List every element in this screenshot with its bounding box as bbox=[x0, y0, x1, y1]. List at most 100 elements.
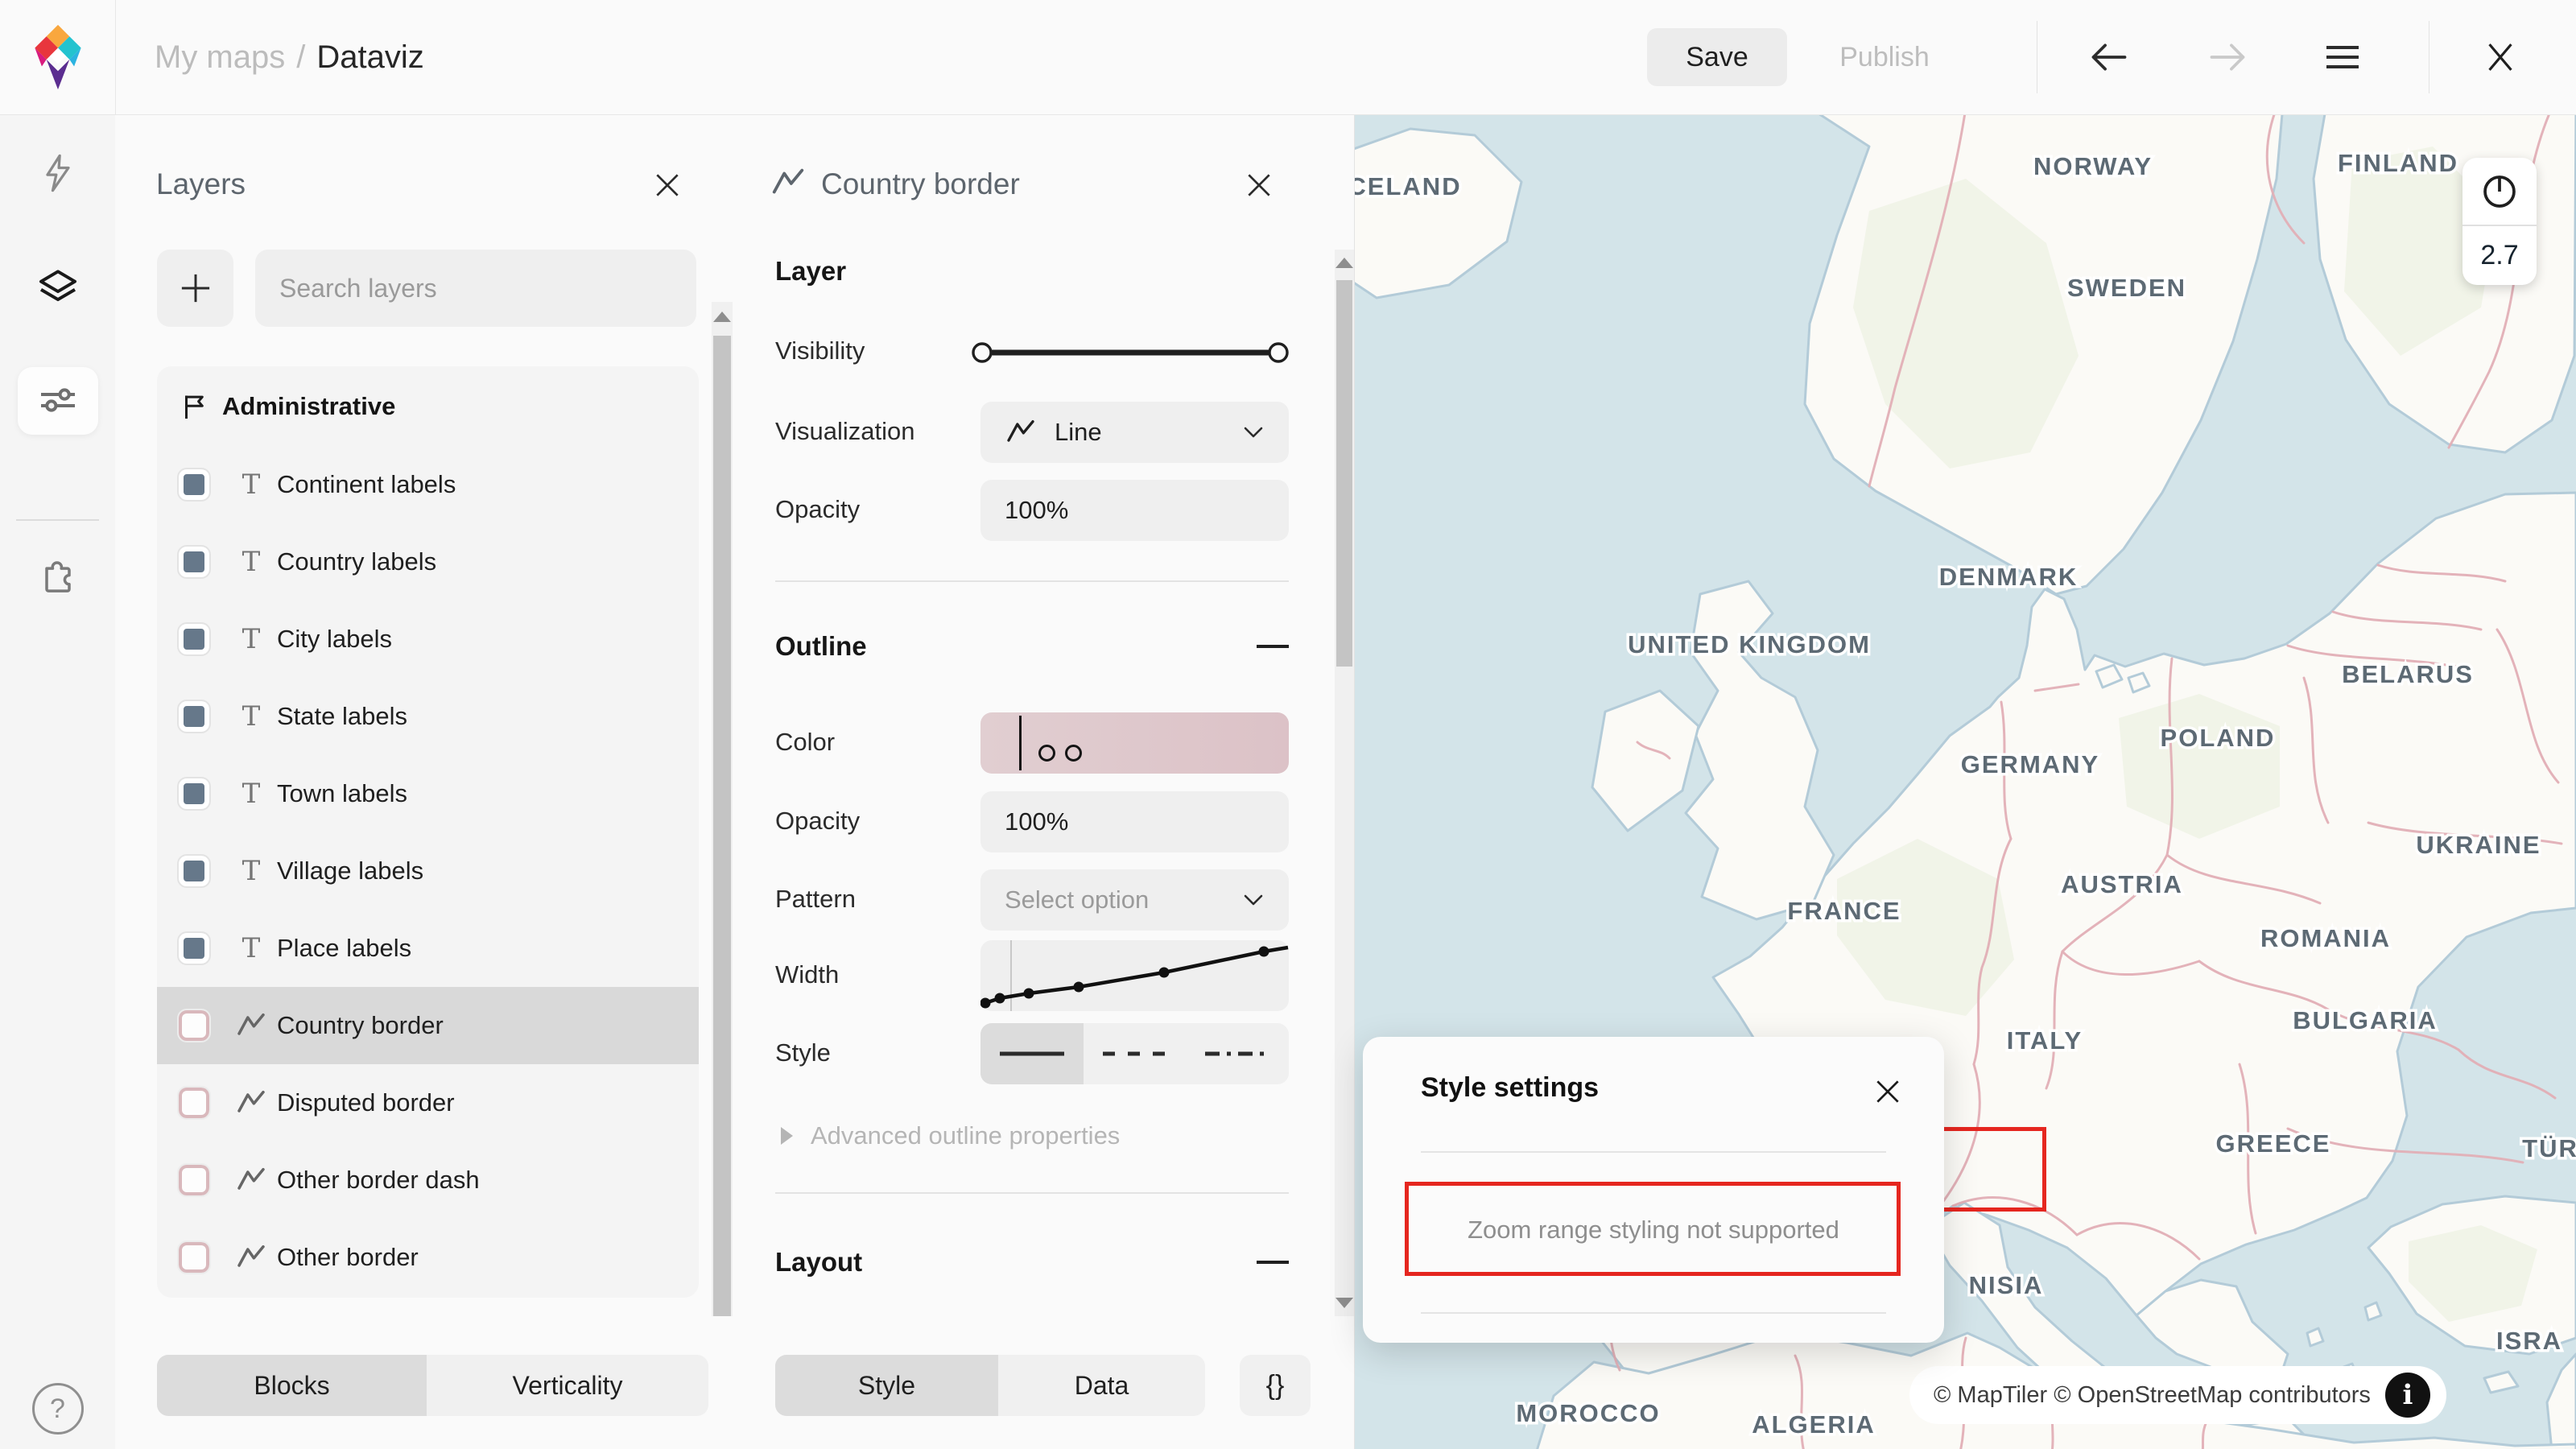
map-label-italy: ITALY bbox=[2007, 1026, 2083, 1055]
layer-label: Other border dash bbox=[277, 1166, 480, 1194]
color-stop-1[interactable] bbox=[1038, 745, 1055, 762]
pattern-dropdown[interactable]: Select option bbox=[980, 869, 1289, 931]
layer-visibility-checkbox[interactable] bbox=[177, 1241, 211, 1274]
undo-button[interactable] bbox=[2083, 31, 2135, 83]
color-stop-2[interactable] bbox=[1065, 745, 1082, 762]
map-label-bulgaria: BULGARIA bbox=[2293, 1006, 2438, 1034]
zoom-history-icon[interactable] bbox=[2462, 158, 2537, 225]
plus-icon bbox=[181, 274, 209, 303]
layer-label: Place labels bbox=[277, 934, 412, 962]
scrollbar-up-arrow[interactable] bbox=[1335, 258, 1353, 268]
layer-row-place-labels[interactable]: T Place labels bbox=[157, 910, 699, 987]
layer-row-country-labels[interactable]: T Country labels bbox=[157, 523, 699, 601]
save-button[interactable]: Save bbox=[1647, 28, 1787, 86]
publish-button[interactable]: Publish bbox=[1808, 28, 1961, 86]
style-scrollbar-thumb[interactable] bbox=[1336, 280, 1352, 667]
layer-visibility-checkbox[interactable] bbox=[177, 700, 211, 733]
tab-blocks[interactable]: Blocks bbox=[157, 1355, 427, 1416]
slider-handle-max[interactable] bbox=[1268, 342, 1289, 363]
layer-group-header[interactable]: Administrative bbox=[157, 366, 699, 446]
redo-button[interactable] bbox=[2202, 31, 2253, 83]
breadcrumb-separator: / bbox=[296, 39, 306, 75]
width-label: Width bbox=[775, 960, 840, 989]
menu-button[interactable] bbox=[2317, 31, 2368, 83]
map-label-celand: CELAND bbox=[1354, 172, 1462, 200]
text-layer-icon: T bbox=[242, 778, 261, 810]
outline-color-ramp[interactable] bbox=[980, 712, 1289, 774]
scrollbar-down-arrow[interactable] bbox=[1335, 1298, 1353, 1308]
text-layer-icon: T bbox=[242, 469, 261, 501]
layer-visibility-checkbox[interactable] bbox=[177, 1009, 211, 1042]
tool-plugins[interactable] bbox=[0, 533, 115, 613]
slider-handle-min[interactable] bbox=[972, 342, 993, 363]
outline-collapse-button[interactable] bbox=[1257, 645, 1289, 648]
tab-data[interactable]: Data bbox=[998, 1355, 1205, 1416]
popup-close-button[interactable] bbox=[1868, 1072, 1907, 1111]
layer-visibility-checkbox[interactable] bbox=[177, 931, 211, 965]
visualization-value: Line bbox=[1055, 418, 1102, 446]
outline-opacity-value: 100% bbox=[1005, 807, 1069, 836]
map-label-belarus: BELARUS bbox=[2342, 660, 2474, 688]
help-button[interactable]: ? bbox=[0, 1368, 115, 1449]
visibility-label: Visibility bbox=[775, 336, 865, 365]
layer-row-state-labels[interactable]: T State labels bbox=[157, 678, 699, 755]
app-logo[interactable] bbox=[0, 0, 116, 114]
flag-icon bbox=[184, 395, 204, 419]
layer-visibility-checkbox[interactable] bbox=[177, 854, 211, 888]
style-panel-scrollbar[interactable] bbox=[1335, 250, 1354, 1316]
info-icon[interactable]: i bbox=[2384, 1373, 2430, 1418]
layer-visibility-checkbox[interactable] bbox=[177, 468, 211, 502]
json-code-button[interactable]: {} bbox=[1240, 1355, 1311, 1416]
style-option-dashed[interactable] bbox=[1084, 1023, 1186, 1084]
layers-panel-title: Layers bbox=[156, 167, 246, 200]
tab-verticality[interactable]: Verticality bbox=[427, 1355, 708, 1416]
tool-quick-actions[interactable] bbox=[0, 133, 115, 213]
outline-section-title: Outline bbox=[775, 631, 867, 661]
advanced-outline-toggle[interactable]: Advanced outline properties bbox=[781, 1121, 1120, 1150]
advanced-outline-label: Advanced outline properties bbox=[811, 1121, 1121, 1150]
tool-settings[interactable] bbox=[0, 360, 115, 440]
layer-opacity-input[interactable]: 100% bbox=[980, 480, 1289, 541]
layer-visibility-checkbox[interactable] bbox=[177, 1086, 211, 1120]
color-ramp-cursor[interactable] bbox=[1019, 716, 1022, 770]
visibility-range-slider[interactable] bbox=[970, 336, 1290, 374]
zoom-indicator-widget[interactable]: 2.7 bbox=[2462, 158, 2537, 285]
layer-visibility-checkbox[interactable] bbox=[177, 622, 211, 656]
layer-row-city-labels[interactable]: T City labels bbox=[157, 601, 699, 678]
layer-row-country-border[interactable]: Country border bbox=[157, 987, 699, 1064]
tab-style[interactable]: Style bbox=[775, 1355, 998, 1416]
style-option-solid[interactable] bbox=[980, 1023, 1084, 1084]
sliders-icon bbox=[40, 388, 75, 412]
layer-label: Town labels bbox=[277, 779, 407, 807]
width-curve-editor[interactable] bbox=[980, 940, 1289, 1011]
attribution-text[interactable]: © MapTiler © OpenStreetMap contributors bbox=[1934, 1382, 2371, 1409]
layer-row-disputed-border[interactable]: Disputed border bbox=[157, 1064, 699, 1141]
map-label-denmark: DENMARK bbox=[1939, 563, 2078, 591]
outline-opacity-input[interactable]: 100% bbox=[980, 791, 1289, 852]
scrollbar-up-arrow[interactable] bbox=[713, 312, 731, 322]
breadcrumb-parent[interactable]: My maps bbox=[155, 39, 285, 76]
tool-layers[interactable] bbox=[0, 246, 115, 327]
layers-panel-close-button[interactable] bbox=[648, 166, 687, 204]
style-panel-close-button[interactable] bbox=[1240, 166, 1278, 204]
popup-divider bbox=[1421, 1151, 1886, 1153]
layout-collapse-button[interactable] bbox=[1257, 1261, 1289, 1264]
close-editor-button[interactable] bbox=[2475, 31, 2526, 83]
layer-row-continent-labels[interactable]: T Continent labels bbox=[157, 446, 699, 523]
visualization-dropdown[interactable]: Line bbox=[980, 402, 1289, 463]
style-option-dash-dot[interactable] bbox=[1186, 1023, 1289, 1084]
layer-row-village-labels[interactable]: T Village labels bbox=[157, 832, 699, 910]
layer-row-other-border[interactable]: Other border bbox=[157, 1219, 699, 1296]
layer-visibility-checkbox[interactable] bbox=[177, 777, 211, 811]
layer-row-other-border-dash[interactable]: Other border dash bbox=[157, 1141, 699, 1219]
layers-scrollbar-thumb[interactable] bbox=[713, 336, 731, 1316]
section-divider bbox=[775, 1192, 1289, 1194]
add-layer-button[interactable] bbox=[157, 250, 233, 327]
layer-row-town-labels[interactable]: T Town labels bbox=[157, 755, 699, 832]
line-layer-icon bbox=[237, 1167, 265, 1190]
search-layers-input[interactable] bbox=[255, 250, 696, 327]
layer-visibility-checkbox[interactable] bbox=[177, 545, 211, 579]
layer-visibility-checkbox[interactable] bbox=[177, 1163, 211, 1197]
layers-scrollbar[interactable] bbox=[712, 302, 733, 1316]
breadcrumb-current: Dataviz bbox=[316, 39, 424, 75]
